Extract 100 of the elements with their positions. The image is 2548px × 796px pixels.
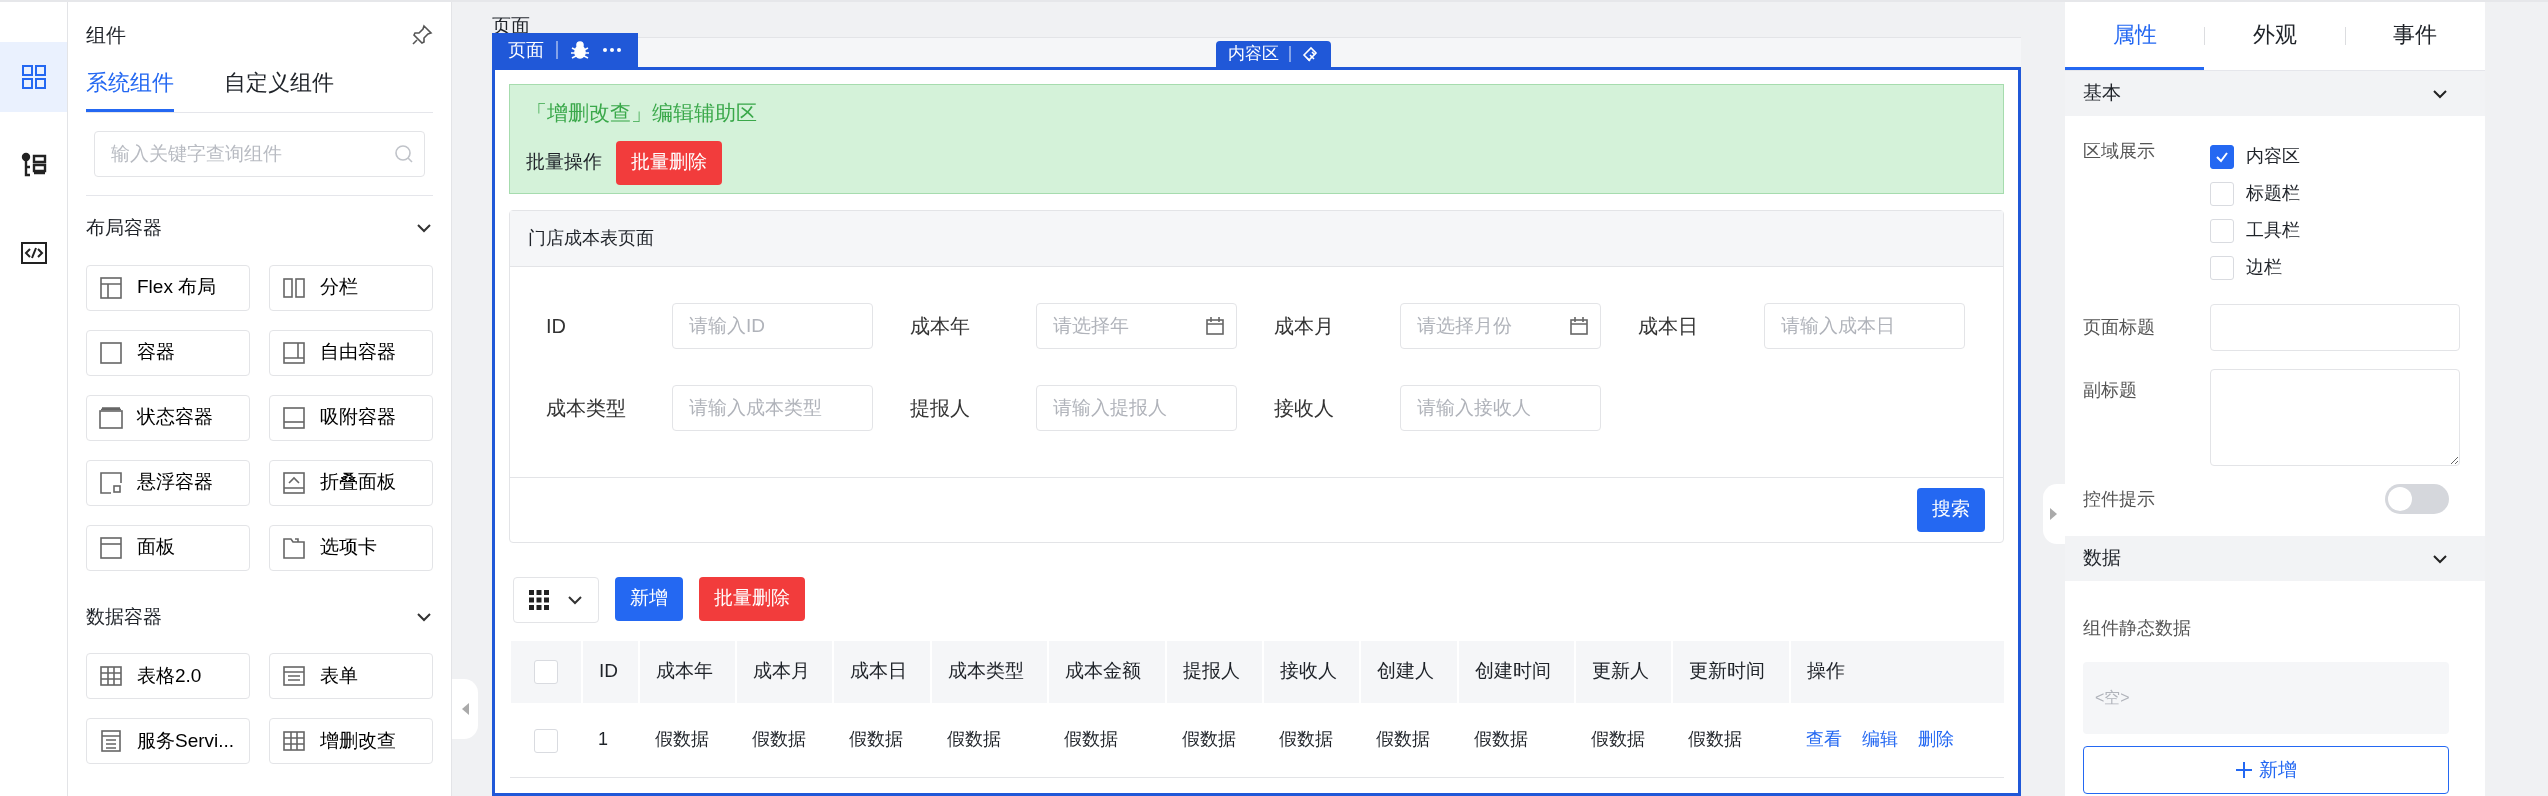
section-title: 数据 [2083,546,2121,571]
tag-text: 页面 [508,38,544,62]
table-cell: 假数据 [1376,729,1431,750]
input-field[interactable]: 请输入接收人 [1400,384,1601,431]
table-cell: 假数据 [1591,729,1646,750]
component-item[interactable]: 折叠面板 [269,459,433,506]
panel-title: 组件 [86,23,126,48]
table-cell: 假数据 [1278,729,1333,750]
group-title: 布局容器 [86,216,162,240]
field-label: 提报人 [910,395,971,421]
page-tag[interactable]: 页面 [492,33,638,67]
search-button[interactable]: 搜索 [1917,487,1985,532]
column-header: 成本金额 [1048,640,1166,703]
panel-tab[interactable]: 自定义组件 [224,66,334,112]
batch-label: 批量操作 [526,150,602,175]
triangle-right-icon [2049,507,2059,521]
panel-tab[interactable]: 事件 [2345,2,2485,70]
separator-icon [1289,46,1291,62]
field-label: 副标题 [2083,379,2138,402]
column-header: ID [582,640,639,703]
pin-icon[interactable] [411,24,433,46]
component-item[interactable]: 自由容器 [269,329,433,376]
column-header: 更新人 [1575,640,1673,703]
empty-data-box: <空> [2083,662,2449,734]
action-link[interactable]: 编辑 [1862,729,1898,750]
separator-icon [556,41,558,59]
panel-tab[interactable]: 外观 [2205,2,2345,70]
bug-icon[interactable] [570,40,590,60]
calendar-icon [1205,315,1225,336]
folder-icon [282,535,306,560]
component-item[interactable]: 服务Servi... [86,718,250,764]
column-header: 创建人 [1360,640,1458,703]
column-header: 更新时间 [1672,640,1790,703]
table-icon [99,664,123,688]
column-header: 提报人 [1165,640,1263,703]
input-field[interactable] [2210,304,2460,351]
component-item[interactable]: 悬浮容器 [86,459,250,506]
action-link[interactable]: 删除 [1918,729,1954,750]
section-title: 基本 [2083,81,2121,106]
component-item[interactable]: Flex 布局 [86,264,250,311]
component-item[interactable]: 状态容器 [86,394,250,441]
component-item[interactable]: 容器 [86,329,250,376]
toggle-switch[interactable] [2385,484,2449,514]
document-icon [99,729,123,753]
search-field[interactable]: 输入关键字查询组件 [94,131,425,177]
grid-icon [20,64,47,90]
input-field[interactable]: 请选择月份 [1400,302,1601,349]
table-cell: 假数据 [654,729,709,750]
content-tag[interactable]: 内容区 [1216,41,1331,67]
frame-icon [282,405,306,430]
batch-delete-button[interactable]: 批量删除 [699,576,805,621]
table-cell: 1 [598,729,608,750]
table-icon [282,729,306,753]
checkbox[interactable] [2210,144,2234,169]
component-item[interactable]: 增删改查 [269,718,433,764]
collapse-handle[interactable] [452,679,478,739]
helper-title: 「增删改查」编辑辅助区 [526,100,758,126]
panel-tab[interactable]: 系统组件 [86,66,174,112]
table-cell: 假数据 [751,729,806,750]
frame-icon [99,470,123,495]
field-label: 组件静态数据 [2083,617,2192,640]
table-cell: 假数据 [1473,729,1528,750]
code-icon [20,240,47,266]
calendar-icon [1569,315,1589,336]
more-icon[interactable] [602,47,622,53]
field-label: 成本月 [1274,313,1335,339]
input-field[interactable]: 请选择年 [1036,302,1237,349]
input-field[interactable]: 请输入成本类型 [672,384,873,431]
table-cell: 假数据 [1688,729,1743,750]
panel-icon [99,535,123,560]
brush-icon[interactable] [1301,45,1319,63]
frame-icon [282,340,306,365]
component-item[interactable]: 吸附容器 [269,394,433,441]
column-header: 接收人 [1262,640,1361,703]
input-field[interactable]: 请输入提报人 [1036,384,1237,431]
column-header: 创建时间 [1457,640,1576,703]
batch-delete-button[interactable]: 批量删除 [616,140,722,185]
component-item[interactable]: 选项卡 [269,524,433,571]
stacked-cards-icon [99,405,123,430]
plus-icon [2235,761,2253,779]
section-header[interactable]: 数据 [2065,536,2485,581]
collapse-handle[interactable] [2043,484,2065,544]
field-label: ID [546,313,567,339]
checkbox-label: 标题栏 [2246,182,2300,205]
component-item[interactable]: 表单 [269,653,433,699]
collapse-icon [282,470,306,495]
square-icon [99,340,123,365]
action-link[interactable]: 查看 [1806,729,1842,750]
column-header: 操作 [1790,640,2004,703]
input-field[interactable]: 请输入成本日 [1764,302,1965,349]
section-header[interactable]: 基本 [2065,71,2485,116]
table-cell: 假数据 [1181,729,1236,750]
column-settings-button[interactable] [513,576,599,623]
add-button[interactable]: 新增 [615,576,683,621]
add-button[interactable]: 新增 [2083,746,2449,794]
component-item[interactable]: 表格2.0 [86,653,250,699]
input-field[interactable]: 请输入ID [672,302,873,349]
component-item[interactable]: 面板 [86,524,250,571]
field-label: 成本类型 [546,395,627,421]
component-item[interactable]: 分栏 [269,264,433,311]
